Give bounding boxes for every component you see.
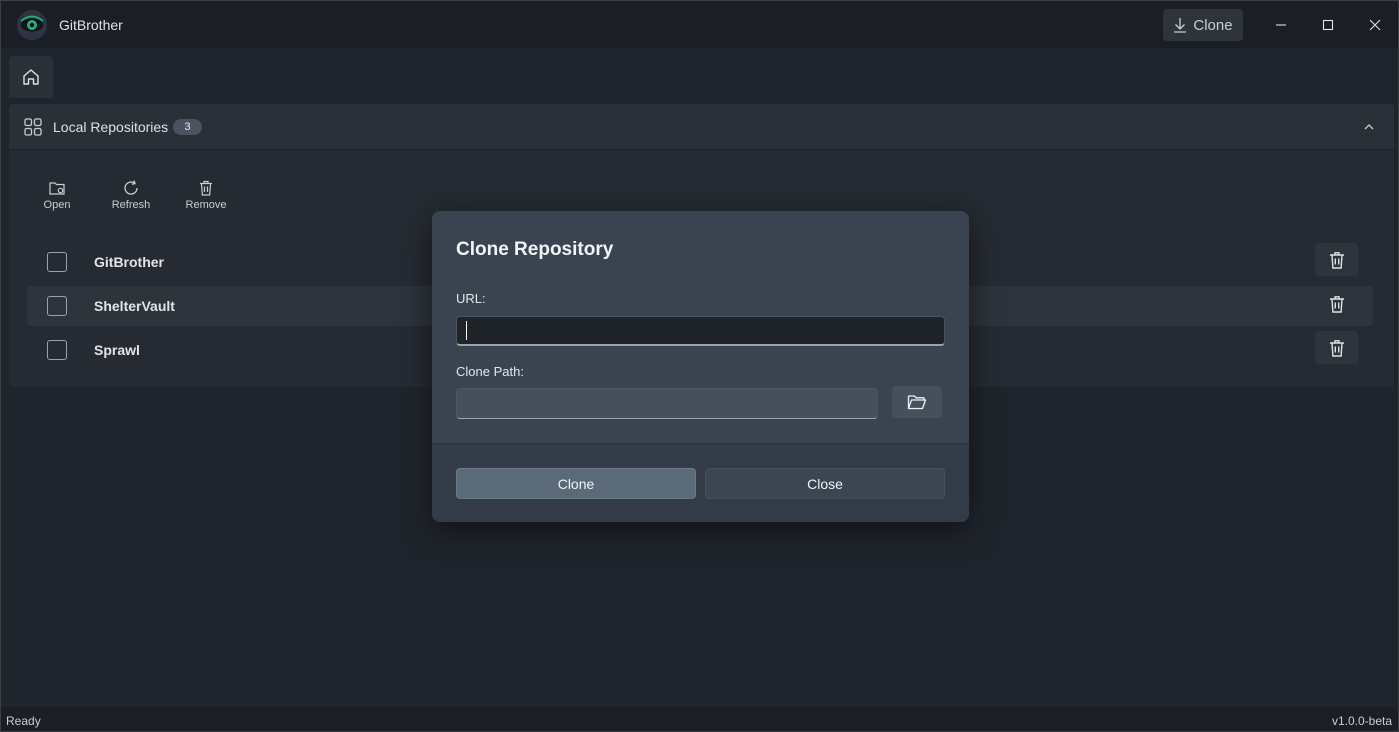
refresh-icon [124,180,138,195]
repositories-header[interactable]: Local Repositories 3 [9,104,1394,150]
clone-path-input[interactable] [456,388,878,419]
home-icon [23,69,39,85]
folder-open-icon [49,182,65,195]
status-text: Ready [6,714,41,728]
url-input[interactable] [456,316,945,346]
text-caret [466,321,467,340]
open-button[interactable]: Open [27,179,87,219]
trash-icon [1329,339,1344,357]
section-title: Local Repositories [53,119,169,135]
close-icon [1369,19,1381,30]
clone-button[interactable]: Clone [456,468,696,499]
app-logo-icon [17,10,47,40]
download-icon [1174,18,1187,33]
home-tab[interactable] [9,56,53,98]
repo-delete-button[interactable] [1315,331,1358,364]
minimize-icon [1276,23,1286,26]
titlebar-clone-label: Clone [1193,16,1233,34]
title-bar: GitBrother Clone [1,1,1398,48]
maximize-button[interactable] [1305,1,1351,48]
trash-icon [200,180,212,196]
titlebar-clone-button[interactable]: Clone [1163,9,1243,41]
dialog-footer: Clone Close [432,443,969,522]
dialog-title: Clone Repository [456,239,614,260]
version-text: v1.0.0-beta [1331,714,1392,728]
repo-name: ShelterVault [94,298,175,314]
clone-path-label: Clone Path: [456,364,524,379]
chevron-up-icon[interactable] [1364,123,1374,131]
repo-checkbox[interactable] [47,340,67,360]
status-bar: Ready v1.0.0-beta [1,707,1398,731]
close-button[interactable]: Close [705,468,945,499]
minimize-button[interactable] [1258,1,1304,48]
window-close-button[interactable] [1352,1,1398,48]
repo-count-badge: 3 [173,119,202,135]
refresh-button[interactable]: Refresh [101,179,161,219]
refresh-label: Refresh [111,199,151,211]
repo-name: Sprawl [94,342,140,358]
repo-delete-button[interactable] [1315,243,1358,276]
repo-name: GitBrother [94,254,164,270]
browse-folder-button[interactable] [892,386,942,418]
remove-label: Remove [185,199,227,211]
maximize-icon [1322,19,1334,30]
grid-icon [24,118,42,136]
trash-icon [1329,295,1344,313]
clone-dialog: Clone Repository URL: Clone Path: Clone … [432,211,969,522]
folder-icon [907,395,927,410]
remove-button[interactable]: Remove [176,179,236,219]
app-window: GitBrother Clone Local Repositories 3 Op… [0,0,1399,732]
trash-icon [1329,251,1344,269]
repo-checkbox[interactable] [47,296,67,316]
repo-checkbox[interactable] [47,252,67,272]
url-label: URL: [456,291,486,306]
repo-delete-button[interactable] [1315,287,1358,320]
open-label: Open [43,199,71,211]
app-title: GitBrother [59,17,123,33]
